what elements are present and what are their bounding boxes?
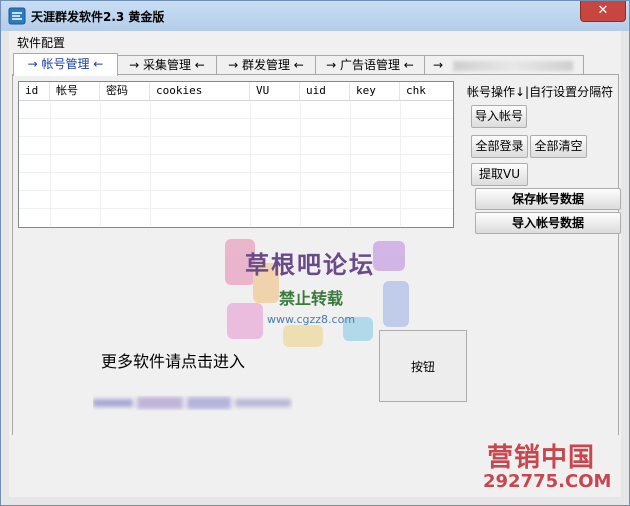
column-header-cookies[interactable]: cookies (150, 82, 250, 100)
row-divider (19, 118, 453, 119)
row-divider (19, 190, 453, 191)
column-header-key[interactable]: key (350, 82, 400, 100)
watermark-subtitle: 禁止转载 (279, 289, 344, 308)
app-window: 天涯群发软件2.3 黄金版 ✕ 软件配置 → 帐号管理 ← → 采集管理 ← →… (0, 0, 630, 506)
forum-watermark: 草根吧论坛 禁止转载 www.cgzz8.com (223, 233, 413, 353)
import-account-data-button[interactable]: 导入帐号数据 (475, 212, 621, 234)
row-divider (19, 208, 453, 209)
account-table[interactable]: id 帐号 密码 cookies VU uid key chk (18, 81, 454, 228)
account-tab-panel: id 帐号 密码 cookies VU uid key chk 帐号操作↓|自行… (12, 74, 621, 437)
login-all-button[interactable]: 全部登录 (471, 135, 528, 158)
window-title: 天涯群发软件2.3 黄金版 (31, 10, 165, 24)
menu-item-settings[interactable]: 软件配置 (17, 34, 65, 51)
row-divider (19, 154, 453, 155)
row-divider (19, 172, 453, 173)
column-header-id[interactable]: id (19, 82, 50, 100)
header-divider (19, 100, 453, 101)
tab-account-management[interactable]: → 帐号管理 ← (13, 53, 118, 76)
tab-mass-send-management[interactable]: → 群发管理 ← (216, 55, 316, 75)
save-account-data-button[interactable]: 保存帐号数据 (475, 188, 621, 210)
app-icon (8, 7, 26, 25)
column-header-chk[interactable]: chk (400, 82, 453, 100)
account-ops-label: 帐号操作↓|自行设置分隔符 (467, 85, 614, 99)
title-bar[interactable]: 天涯群发软件2.3 黄金版 ✕ (1, 1, 629, 31)
tab-blurred[interactable]: → (424, 55, 584, 74)
blurred-tab-text (452, 60, 573, 71)
column-header-password[interactable]: 密码 (100, 82, 150, 100)
client-area: 软件配置 → 帐号管理 ← → 采集管理 ← → 群发管理 ← → 广告语管理 … (9, 31, 621, 497)
blurred-link[interactable] (93, 393, 293, 413)
tab-blurred-label: → (433, 58, 444, 72)
fetch-vu-button[interactable]: 提取VU (471, 163, 528, 186)
tab-collect-management[interactable]: → 采集管理 ← (117, 55, 217, 75)
watermark-title: 草根吧论坛 (245, 251, 375, 279)
column-header-vu[interactable]: VU (250, 82, 300, 100)
corner-logo-title: 营销中国 (487, 443, 596, 473)
close-button[interactable]: ✕ (580, 1, 626, 22)
corner-logo: 营销中国 292775.COM (477, 437, 617, 493)
blurred-url-image (93, 397, 291, 409)
column-header-account[interactable]: 帐号 (50, 82, 100, 100)
watermark-url: www.cgzz8.com (267, 313, 356, 326)
corner-logo-url: 292775.COM (483, 471, 612, 492)
tab-ad-management[interactable]: → 广告语管理 ← (315, 55, 425, 75)
row-divider (19, 136, 453, 137)
import-account-button[interactable]: 导入帐号 (471, 105, 527, 128)
clear-all-button[interactable]: 全部清空 (530, 135, 587, 158)
column-header-uid[interactable]: uid (300, 82, 350, 100)
